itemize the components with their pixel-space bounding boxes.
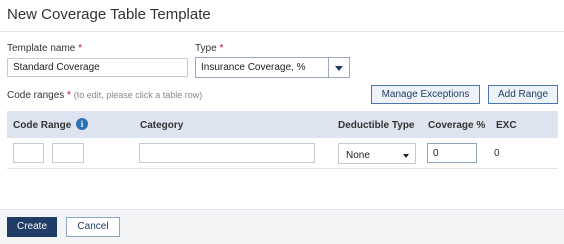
info-icon[interactable]: i <box>76 118 88 130</box>
title-divider <box>0 31 564 32</box>
header-coverage: Coverage % <box>428 120 486 131</box>
template-name-input[interactable] <box>7 58 188 77</box>
code-range-from-input[interactable] <box>13 143 44 163</box>
type-select[interactable]: Insurance Coverage, % <box>195 57 350 78</box>
deductible-type-value: None <box>346 150 370 161</box>
deductible-type-select[interactable]: None <box>338 143 416 164</box>
header-exc: EXC <box>496 120 517 131</box>
type-select-value: Insurance Coverage, % <box>201 62 306 73</box>
chevron-down-icon[interactable] <box>335 66 343 71</box>
manage-exceptions-button[interactable]: Manage Exceptions <box>371 85 480 104</box>
chevron-down-icon <box>403 154 409 158</box>
footer-bar: Create Cancel <box>0 209 564 244</box>
select-divider <box>328 58 329 77</box>
cancel-button[interactable]: Cancel <box>66 217 120 237</box>
code-ranges-hint: (to edit, please click a table row) <box>73 90 203 100</box>
header-category: Category <box>140 120 184 131</box>
table-header: Code Range i Category Deductible Type Co… <box>7 111 558 138</box>
page-title: New Coverage Table Template <box>7 6 211 23</box>
required-mark: * <box>67 90 71 101</box>
code-range-to-input[interactable] <box>52 143 84 163</box>
create-button[interactable]: Create <box>7 217 57 237</box>
header-deductible-type: Deductible Type <box>338 120 415 131</box>
code-ranges-label: Code ranges * (to edit, please click a t… <box>7 90 203 101</box>
coverage-input[interactable] <box>427 143 477 163</box>
category-input[interactable] <box>139 143 315 163</box>
header-code-range: Code Range i <box>13 118 88 131</box>
template-name-label: Template name * <box>7 43 83 54</box>
add-range-button[interactable]: Add Range <box>488 85 558 104</box>
required-mark: * <box>219 43 224 54</box>
required-mark: * <box>78 43 83 54</box>
type-label: Type * <box>195 43 224 54</box>
table-row[interactable]: - None 0 <box>7 138 558 169</box>
exc-value: 0 <box>494 148 500 159</box>
